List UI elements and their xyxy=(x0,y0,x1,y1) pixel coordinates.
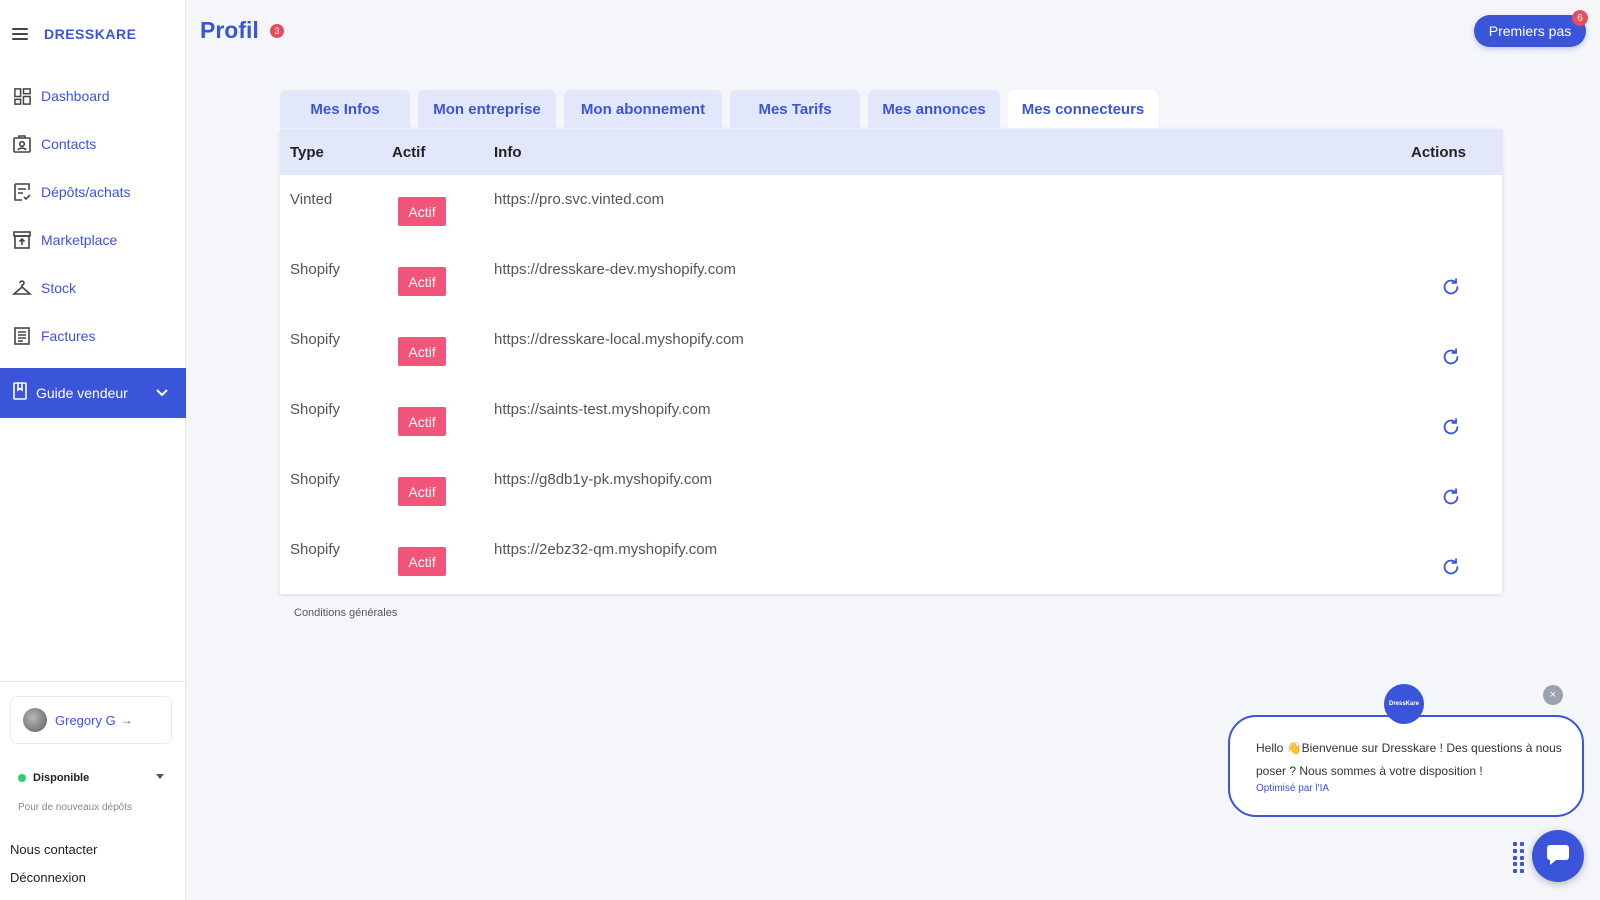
table-header: Type Actif Info Actions xyxy=(280,129,1502,175)
sidebar-item-label: Marketplace xyxy=(41,232,118,248)
connector-url: https://g8db1y-pk.myshopify.com xyxy=(494,471,713,488)
sidebar-item-label: Contacts xyxy=(41,136,97,152)
status-dot xyxy=(18,774,26,782)
caret-down-icon xyxy=(156,774,164,779)
sidebar-item-depots[interactable]: Dépôts/achats xyxy=(0,168,186,216)
chat-message: Hello 👋Bienvenue sur Dresskare ! Des que… xyxy=(1256,741,1562,778)
status-subtext: Pour de nouveaux dépôts xyxy=(18,802,132,813)
tab-mon-abonnement[interactable]: Mon abonnement xyxy=(564,90,722,128)
sidebar-item-marketplace[interactable]: Marketplace xyxy=(0,216,186,264)
premiers-pas-button[interactable]: Premiers pas xyxy=(1474,15,1586,47)
sidebar-item-dashboard[interactable]: Dashboard xyxy=(0,72,186,120)
status-badge: Actif xyxy=(398,547,446,576)
table-row: Vinted Actif https://pro.svc.vinted.com xyxy=(280,175,1502,245)
table-row: Shopify Actif https://dresskare-dev.mysh… xyxy=(280,245,1502,315)
sidebar-nav: Dashboard Contacts Dépôts/achats Marketp… xyxy=(0,72,186,360)
tab-mes-tarifs[interactable]: Mes Tarifs xyxy=(730,90,860,128)
drag-handle-icon[interactable] xyxy=(1513,842,1525,874)
page-title: Profil xyxy=(200,17,259,43)
contact-link[interactable]: Nous contacter xyxy=(10,842,97,857)
chat-bubble-icon xyxy=(1545,841,1571,872)
table-row: Shopify Actif https://2ebz32-qm.myshopif… xyxy=(280,525,1502,595)
brand-logo: DRESSKARE xyxy=(44,26,137,42)
connector-url: https://saints-test.myshopify.com xyxy=(494,401,711,418)
brand-row: DRESSKARE xyxy=(12,26,136,42)
tab-mes-annonces[interactable]: Mes annonces xyxy=(868,90,1000,128)
chat-launcher-button[interactable] xyxy=(1532,830,1584,882)
table-row: Shopify Actif https://saints-test.myshop… xyxy=(280,385,1502,455)
chat-logo: DressKare xyxy=(1384,684,1424,724)
connector-url: https://2ebz32-qm.myshopify.com xyxy=(494,541,718,558)
status-label: Disponible xyxy=(33,772,90,784)
sidebar-divider xyxy=(0,681,186,682)
notification-badge: 3 xyxy=(270,24,284,38)
connector-type: Shopify xyxy=(290,471,341,488)
status-badge: Actif xyxy=(398,197,446,226)
sidebar-item-guide-vendeur[interactable]: Guide vendeur xyxy=(0,368,186,418)
sidebar-item-contacts[interactable]: Contacts xyxy=(0,120,186,168)
chat-powered-by: Optimisé par l'IA xyxy=(1256,783,1330,794)
hanger-icon xyxy=(12,278,32,298)
sidebar-item-label: Stock xyxy=(41,280,77,296)
profile-tabs: Mes Infos Mon entreprise Mon abonnement … xyxy=(280,90,1166,128)
column-header-actions: Actions xyxy=(1411,144,1467,161)
status-badge: Actif xyxy=(398,267,446,296)
logout-link[interactable]: Déconnexion xyxy=(10,870,86,885)
connector-type: Shopify xyxy=(290,541,341,558)
avatar xyxy=(23,708,47,732)
chat-welcome-bubble[interactable]: Hello 👋Bienvenue sur Dresskare ! Des que… xyxy=(1228,715,1584,817)
tab-mes-infos[interactable]: Mes Infos xyxy=(280,90,410,128)
premiers-pas-count-badge: 6 xyxy=(1572,10,1588,26)
chat-close-button[interactable]: × xyxy=(1543,685,1563,705)
sidebar-item-label: Factures xyxy=(41,328,96,344)
tab-mes-connecteurs[interactable]: Mes connecteurs xyxy=(1008,90,1158,128)
column-header-info: Info xyxy=(494,144,522,161)
receipt-icon xyxy=(12,182,32,202)
user-profile-button[interactable]: Gregory G → xyxy=(10,696,172,744)
connector-type: Shopify xyxy=(290,261,341,278)
status-badge: Actif xyxy=(398,407,446,436)
grid-icon xyxy=(12,86,32,106)
connector-url: https://dresskare-local.myshopify.com xyxy=(494,331,744,348)
table-row: Shopify Actif https://dresskare-local.my… xyxy=(280,315,1502,385)
connector-url: https://dresskare-dev.myshopify.com xyxy=(494,261,737,278)
conditions-generales-link[interactable]: Conditions générales xyxy=(294,607,397,619)
connector-type: Vinted xyxy=(290,191,333,208)
tab-mon-entreprise[interactable]: Mon entreprise xyxy=(418,90,556,128)
column-header-type: Type xyxy=(290,144,324,161)
chevron-down-icon xyxy=(156,385,168,403)
user-name: Gregory G xyxy=(55,712,116,728)
connector-url: https://pro.svc.vinted.com xyxy=(494,191,665,208)
availability-select[interactable]: Disponible xyxy=(18,772,164,784)
sidebar: DRESSKARE Dashboard Contacts Dépôts/acha… xyxy=(0,0,186,900)
invoice-icon xyxy=(12,326,32,346)
sidebar-item-label: Dashboard xyxy=(41,88,110,104)
refresh-icon[interactable] xyxy=(1440,556,1462,578)
status-badge: Actif xyxy=(398,477,446,506)
refresh-icon[interactable] xyxy=(1440,276,1462,298)
menu-icon[interactable] xyxy=(12,28,28,40)
connector-type: Shopify xyxy=(290,401,341,418)
store-icon xyxy=(12,230,32,250)
arrow-right-icon: → xyxy=(120,713,133,727)
column-header-actif: Actif xyxy=(392,144,426,161)
sidebar-item-factures[interactable]: Factures xyxy=(0,312,186,360)
contact-card-icon xyxy=(12,134,32,154)
sidebar-item-stock[interactable]: Stock xyxy=(0,264,186,312)
refresh-icon[interactable] xyxy=(1440,346,1462,368)
connector-type: Shopify xyxy=(290,331,341,348)
book-icon xyxy=(12,381,28,405)
status-badge: Actif xyxy=(398,337,446,366)
sidebar-item-label: Dépôts/achats xyxy=(41,184,131,200)
sidebar-item-label: Guide vendeur xyxy=(36,385,128,401)
table-row: Shopify Actif https://g8db1y-pk.myshopif… xyxy=(280,455,1502,525)
refresh-icon[interactable] xyxy=(1440,416,1462,438)
connectors-table: Type Actif Info Actions Vinted Actif htt… xyxy=(280,129,1502,594)
refresh-icon[interactable] xyxy=(1440,486,1462,508)
